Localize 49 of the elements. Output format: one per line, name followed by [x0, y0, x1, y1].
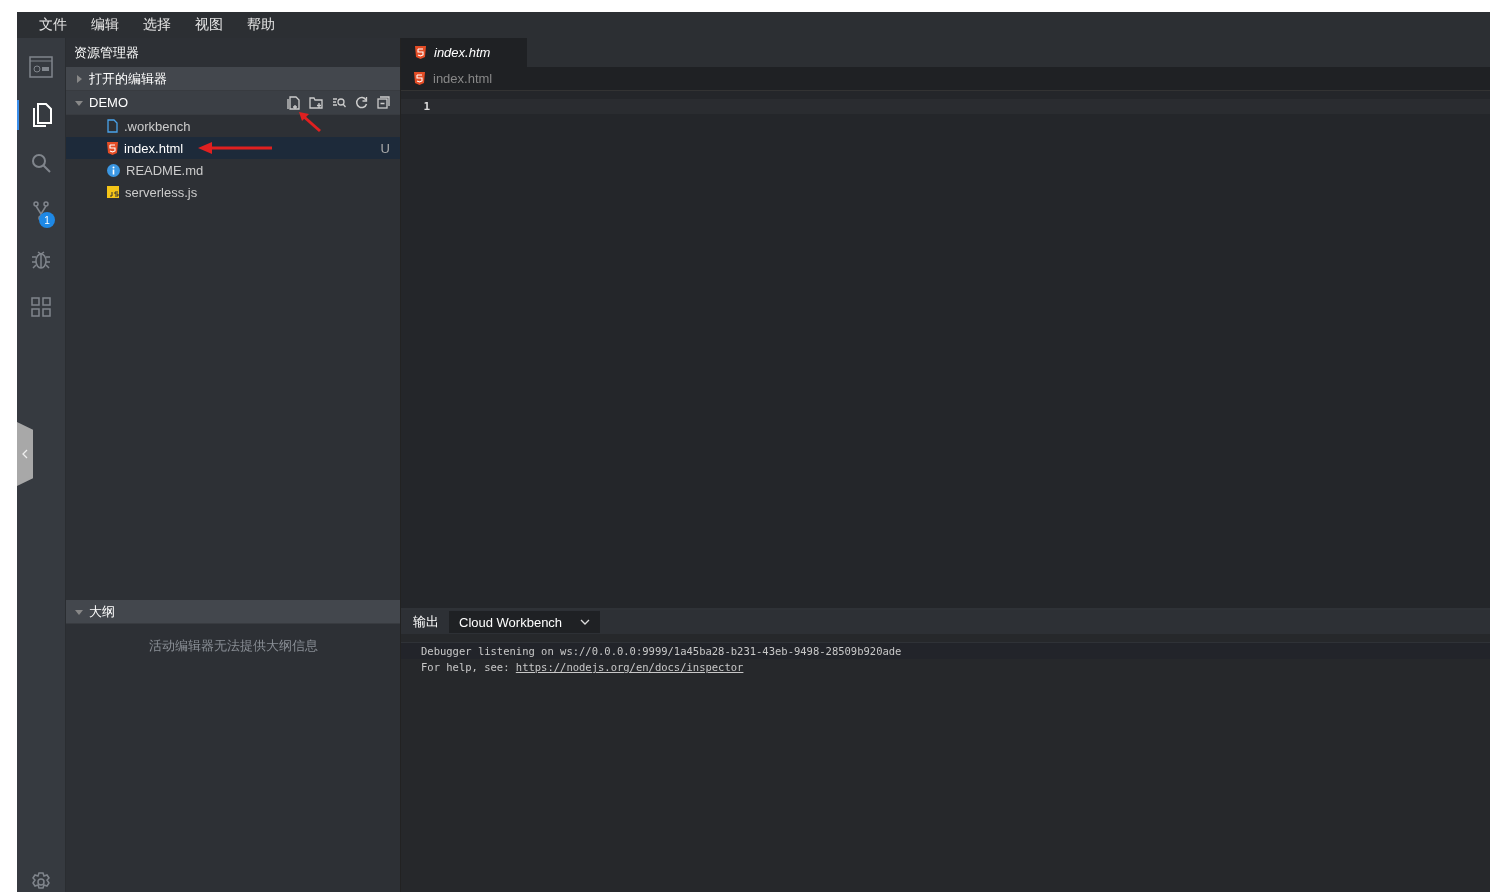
chevron-left-icon: [22, 449, 28, 459]
file-item[interactable]: .workbench: [66, 115, 400, 137]
editor-tab[interactable]: index.htm: [401, 38, 527, 67]
html5-icon: [107, 141, 118, 155]
html5-icon: [414, 72, 425, 85]
output-line: Debugger listening on ws://0.0.0.0:9999/1a45ba28-b231-43eb-9498-28509b920ade: [421, 645, 902, 657]
files-icon: [32, 103, 52, 127]
settings-icon[interactable]: [31, 872, 51, 892]
menu-item[interactable]: 编辑: [79, 16, 131, 34]
section-header[interactable]: DEMO: [66, 91, 400, 115]
collapse-handle[interactable]: [17, 422, 33, 486]
workbench-icon: [29, 56, 53, 78]
collapse-icon[interactable]: [377, 96, 390, 109]
chevron-down-icon: [580, 619, 591, 625]
channel-dropdown[interactable]: Cloud Workbench: [449, 611, 601, 633]
menu-item[interactable]: 视图: [183, 16, 235, 34]
menu-item[interactable]: 文件: [27, 16, 79, 34]
html5-icon: [415, 46, 426, 59]
file-item[interactable]: index.html U: [66, 137, 400, 159]
line-number: 1: [422, 99, 431, 114]
js-file-icon: [107, 186, 119, 198]
git-status: U: [380, 140, 390, 156]
menu-item[interactable]: 帮助: [235, 16, 287, 34]
search-icon: [31, 153, 51, 173]
bug-icon: [30, 248, 52, 270]
breadcrumb[interactable]: index.html: [401, 67, 1490, 91]
panel-tab[interactable]: 输出: [413, 613, 439, 631]
new-folder-icon[interactable]: [309, 96, 323, 109]
file-item[interactable]: serverless.js: [66, 181, 400, 203]
count-badge: 1: [39, 212, 55, 228]
output-link[interactable]: https://nodejs.org/en/docs/inspector: [515, 661, 744, 673]
menu-item[interactable]: 选择: [131, 16, 183, 34]
extensions-icon: [31, 297, 51, 317]
annotation-arrow: [298, 111, 322, 133]
caret-icon: [75, 98, 83, 107]
output-text: For help, see:: [421, 661, 511, 673]
search-icon[interactable]: [332, 96, 346, 109]
info-icon: [107, 163, 120, 177]
section-header[interactable]: 打开的编辑器: [66, 67, 400, 91]
caret-icon: [75, 74, 83, 83]
file-item[interactable]: README.md: [66, 159, 400, 181]
section-header[interactable]: 大纲: [66, 600, 400, 624]
new-file-icon[interactable]: [287, 95, 300, 110]
caret-icon: [75, 607, 83, 616]
file-icon: [107, 119, 118, 133]
refresh-icon[interactable]: [355, 96, 368, 109]
activity-item[interactable]: 1: [17, 196, 65, 226]
sidebar-title: 资源管理器: [73, 44, 140, 62]
empty-message: 活动编辑器无法提供大纲信息: [148, 638, 318, 655]
